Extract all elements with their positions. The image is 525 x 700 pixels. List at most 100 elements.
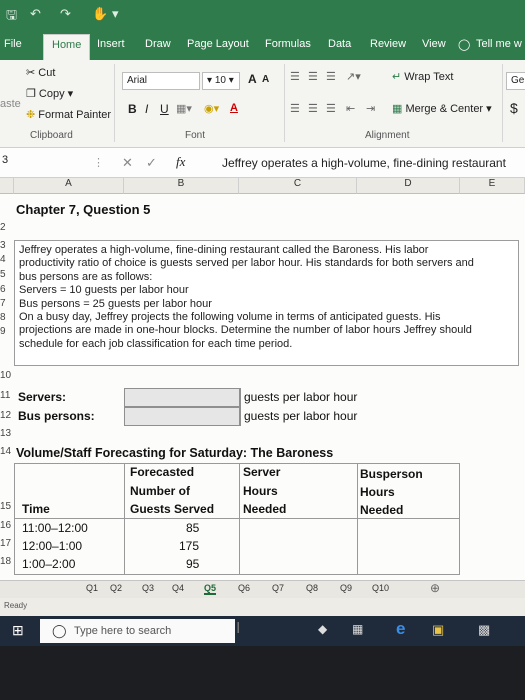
touch-mode-icon[interactable]: ✋ <box>92 6 108 22</box>
increase-indent-icon[interactable]: ⇥ <box>366 102 375 115</box>
column-header-d[interactable]: D <box>357 178 460 194</box>
microphone-icon[interactable]: ◆ <box>318 622 327 636</box>
divider <box>240 388 241 426</box>
number-format-dropdown[interactable]: Ge <box>506 72 525 90</box>
paste-button[interactable]: aste <box>0 70 21 110</box>
column-header-a[interactable]: A <box>14 178 124 194</box>
sheet-title[interactable]: Chapter 7, Question 5 <box>16 202 150 217</box>
row-header[interactable]: 13 <box>0 428 12 439</box>
sheet-tab-q5[interactable]: Q5 <box>204 583 217 595</box>
currency-format-button[interactable]: $ <box>510 100 518 116</box>
customize-toolbar-icon[interactable]: ▾ <box>112 6 119 22</box>
time-cell[interactable]: 12:00–1:00 <box>22 539 82 553</box>
servers-ratio-input[interactable] <box>124 388 240 407</box>
file-explorer-icon[interactable]: ▣ <box>432 622 444 638</box>
time-cell[interactable]: 11:00–12:00 <box>22 521 88 535</box>
shrink-font-button[interactable]: A <box>262 74 269 85</box>
sheet-tab-q4[interactable]: Q4 <box>172 583 184 593</box>
fill-color-icon[interactable]: ◉▾ <box>204 102 219 115</box>
row-header[interactable]: 16 <box>0 520 12 531</box>
sheet-tab-q8[interactable]: Q8 <box>306 583 318 593</box>
add-sheet-icon[interactable]: ⊕ <box>430 581 440 595</box>
select-all-corner[interactable] <box>0 178 14 194</box>
enter-icon[interactable]: ✓ <box>146 155 157 171</box>
task-view-icon[interactable]: ▦ <box>352 622 363 636</box>
redo-icon[interactable]: ↷ <box>60 6 71 22</box>
column-header-e[interactable]: E <box>460 178 525 194</box>
row-header[interactable]: 15 <box>0 501 12 512</box>
column-header-b[interactable]: B <box>124 178 239 194</box>
tab-formulas[interactable]: Formulas <box>265 38 311 50</box>
insert-function-button[interactable]: fx <box>176 154 185 170</box>
tab-data[interactable]: Data <box>328 38 351 50</box>
orientation-icon[interactable]: ↗▾ <box>346 70 361 83</box>
row-header[interactable]: 12 <box>0 410 12 421</box>
row-header[interactable]: 10 <box>0 370 12 381</box>
cut-button[interactable]: ✂ Cut <box>26 66 55 79</box>
windows-start-icon[interactable]: ⊞ <box>12 622 24 639</box>
row-header[interactable]: 5 <box>0 269 12 280</box>
align-left-icon[interactable]: ☰ <box>290 102 300 115</box>
time-cell[interactable]: 1:00–2:00 <box>22 557 75 571</box>
column-header-c[interactable]: C <box>239 178 357 194</box>
sheet-tab-q2[interactable]: Q2 <box>110 583 122 593</box>
row-header[interactable]: 18 <box>0 556 12 567</box>
borders-icon[interactable]: ▦▾ <box>176 102 192 115</box>
tab-draw[interactable]: Draw <box>145 38 171 50</box>
row-header[interactable]: 9 <box>0 326 12 337</box>
row-header[interactable]: 6 <box>0 284 12 295</box>
merge-center-button[interactable]: ▦ Merge & Center ▾ <box>392 102 492 115</box>
tab-review[interactable]: Review <box>370 38 406 50</box>
tab-view[interactable]: View <box>422 38 446 50</box>
formula-input[interactable]: Jeffrey operates a high-volume, fine-din… <box>222 156 506 170</box>
guests-cell[interactable]: 95 <box>186 557 199 571</box>
tab-home[interactable]: Home <box>43 34 91 60</box>
tab-insert[interactable]: Insert <box>97 38 125 50</box>
edge-browser-icon[interactable]: e <box>396 619 405 639</box>
underline-button[interactable]: U <box>160 102 169 116</box>
guests-cell[interactable]: 85 <box>186 521 199 535</box>
font-color-button[interactable]: A <box>230 102 238 114</box>
wrap-text-button[interactable]: ↵ Wrap Text <box>392 70 453 83</box>
row-header[interactable]: 3 <box>0 240 12 251</box>
sheet-tab-q7[interactable]: Q7 <box>272 583 284 593</box>
align-right-icon[interactable]: ☰ <box>326 102 336 115</box>
bold-button[interactable]: B <box>128 102 137 116</box>
cancel-icon[interactable]: ✕ <box>122 155 133 171</box>
save-icon[interactable]: 🖫 <box>6 6 17 28</box>
align-middle-icon[interactable]: ☰ <box>308 70 318 83</box>
row-header[interactable]: 17 <box>0 538 12 549</box>
undo-icon[interactable]: ↶ <box>30 6 41 22</box>
align-center-icon[interactable]: ☰ <box>308 102 318 115</box>
grow-font-button[interactable]: A <box>248 72 257 86</box>
taskbar-search[interactable]: ◯ Type here to search <box>40 619 235 643</box>
tell-me-field[interactable]: Tell me w <box>476 38 522 50</box>
row-header[interactable]: 2 <box>0 222 12 233</box>
text-cursor-icon: I <box>236 620 241 637</box>
name-box[interactable]: 3 <box>0 154 80 172</box>
font-size-dropdown[interactable]: ▾ 10 ▾ <box>202 72 240 90</box>
sheet-tab-q9[interactable]: Q9 <box>340 583 352 593</box>
align-top-icon[interactable]: ☰ <box>290 70 300 83</box>
bus-persons-ratio-input[interactable] <box>124 407 240 426</box>
font-name-dropdown[interactable]: Arial <box>122 72 200 90</box>
sheet-tab-q1[interactable]: Q1 <box>86 583 98 593</box>
row-header[interactable]: 14 <box>0 446 12 457</box>
italic-button[interactable]: I <box>145 102 148 116</box>
row-header[interactable]: 7 <box>0 298 12 309</box>
copy-button[interactable]: ❐ Copy ▾ <box>26 87 73 100</box>
row-header[interactable]: 11 <box>0 390 12 401</box>
format-painter-button[interactable]: ❉ Format Painter <box>26 108 111 121</box>
decrease-indent-icon[interactable]: ⇤ <box>346 102 355 115</box>
store-icon[interactable]: ▩ <box>478 622 490 638</box>
row-header[interactable]: 4 <box>0 254 12 265</box>
tab-file[interactable]: File <box>4 38 22 50</box>
sheet-tab-q6[interactable]: Q6 <box>238 583 250 593</box>
sheet-tab-q3[interactable]: Q3 <box>142 583 154 593</box>
guests-cell[interactable]: 175 <box>179 539 199 553</box>
problem-text-cell[interactable]: Jeffrey operates a high-volume, fine-din… <box>14 240 519 366</box>
sheet-tab-q10[interactable]: Q10 <box>372 583 389 593</box>
align-bottom-icon[interactable]: ☰ <box>326 70 336 83</box>
tab-page-layout[interactable]: Page Layout <box>187 38 249 50</box>
row-header[interactable]: 8 <box>0 312 12 323</box>
